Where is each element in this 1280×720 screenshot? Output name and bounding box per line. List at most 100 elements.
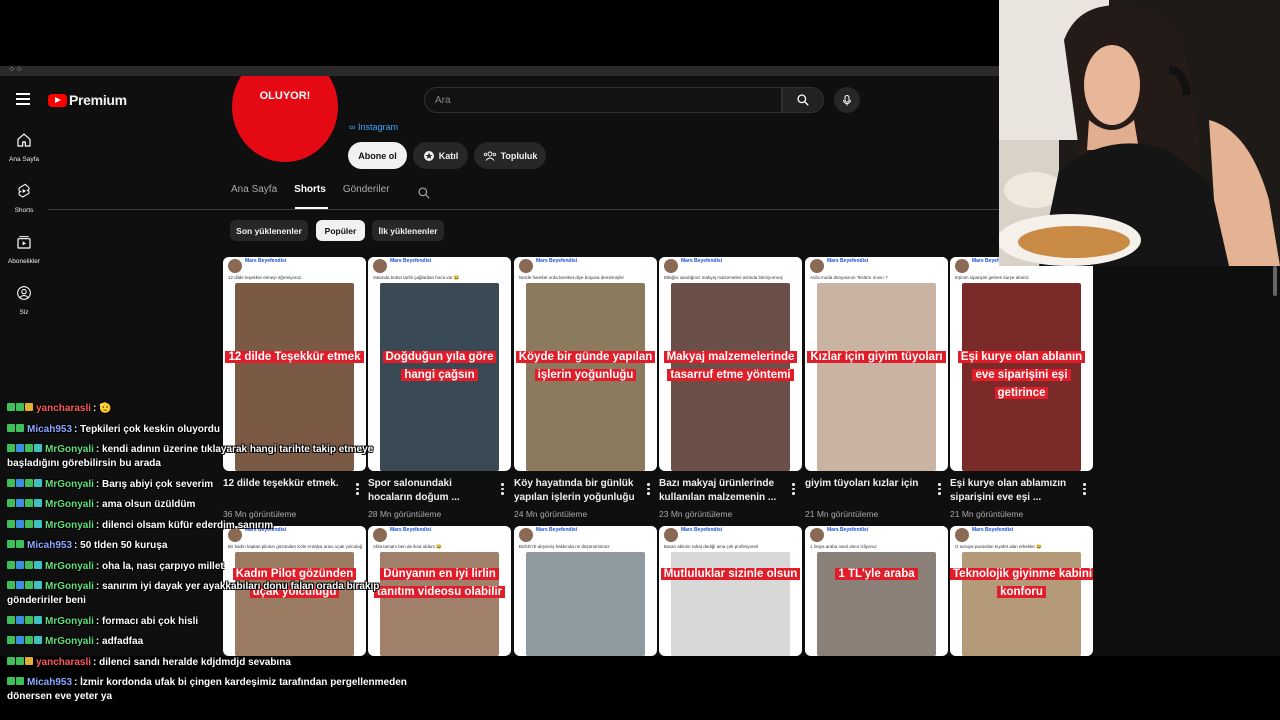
chat-username[interactable]: yancharasli <box>36 657 91 668</box>
chat-username[interactable]: MrGonyali <box>45 581 94 592</box>
more-options-icon[interactable] <box>792 483 796 497</box>
guide-item-shorts[interactable]: Shorts <box>4 183 44 214</box>
short-title[interactable]: Köy hayatında bir günlük yapılan işlerin … <box>514 477 638 505</box>
apps-grid-icon[interactable]: ⁘⁘ <box>8 66 23 75</box>
guide-item-home[interactable]: Ana Sayfa <box>4 132 44 163</box>
tweet-header: Mars Beyefendisi Bizbİm'E alışveriş hakkı… <box>514 526 657 552</box>
short-views: 23 Mn görüntüleme <box>659 509 733 519</box>
user-badges <box>7 656 34 667</box>
chat-username[interactable]: yancharasli <box>36 403 91 414</box>
short-thumbnail[interactable]: Mars Beyefendisi Acila moda dünyasının Te… <box>805 257 948 471</box>
chat-username[interactable]: Micah953 <box>27 677 72 688</box>
short-caption: 1 TL'yle araba <box>805 564 948 582</box>
community-icon <box>483 151 496 161</box>
chat-username[interactable]: MrGonyali <box>45 561 94 572</box>
microphone-icon <box>843 94 851 105</box>
short-caption: Köyde bir günde yapılan işlerin yoğunluğ… <box>514 347 657 383</box>
short-caption: Makyaj malzemelerinde tasarruf etme yönt… <box>659 347 802 383</box>
badge-icon <box>25 478 33 487</box>
chip-latest[interactable]: Son yüklenenler <box>230 220 308 241</box>
short-caption: Eşi kurye olan ablanın eve siparişini eş… <box>950 347 1093 401</box>
join-button[interactable]: Katıl <box>413 142 468 169</box>
short-title[interactable]: Eşi kurye olan ablamızın siparişini eve e… <box>950 477 1074 505</box>
badge-icon <box>16 581 24 590</box>
page-scrollbar[interactable] <box>1273 266 1277 296</box>
menu-icon[interactable] <box>16 93 30 105</box>
chat-username[interactable]: MrGonyali <box>45 444 94 455</box>
screen: ⁘⁘ Premium Ana Sayfa Sh <box>0 0 1280 720</box>
active-tab-indicator <box>295 207 328 209</box>
short-thumbnail[interactable]: Mars Beyefendisi Nerde hareket orda berek… <box>514 257 657 471</box>
caption-text: Doğduğun yıla göre hangi çağsın <box>382 351 497 381</box>
badge-icon <box>25 519 33 528</box>
community-button[interactable]: Topluluk <box>474 142 546 169</box>
chat-text: : 50 tlden 50 kuruşa <box>74 540 168 551</box>
short-thumbnail[interactable]: Mars Beyefendisi Bittiğini sandığınız mak… <box>659 257 802 471</box>
chat-text: : 🫡 <box>93 403 112 414</box>
chat-message: Micah953: 50 tlden 50 kuruşa <box>7 539 427 553</box>
short-title[interactable]: Bazı makyaj ürünlerinde kullanılan malzem… <box>659 477 783 505</box>
short-thumbnail[interactable]: Mars Beyefendisi Eşimin siparişini getire… <box>950 257 1093 471</box>
caption-text: Teknolojik giyinme kabini konforu <box>950 568 1093 598</box>
short-views: 24 Mn görüntüleme <box>514 509 588 519</box>
chat-username[interactable]: MrGonyali <box>45 616 94 627</box>
subscribe-button[interactable]: Abone ol <box>348 142 407 169</box>
youtube-premium-logo[interactable]: Premium <box>48 92 127 108</box>
user-badges <box>7 581 43 591</box>
chat-message: MrGonyali: ama olsun üzüldüm <box>7 498 427 512</box>
chat-username[interactable]: MrGonyali <box>45 636 94 647</box>
tweet-account: Mars Beyefendisi <box>827 258 869 264</box>
user-badges <box>7 677 25 687</box>
badge-icon <box>25 560 33 569</box>
badge-icon <box>7 444 15 453</box>
badge-icon <box>34 581 42 590</box>
guide-label: Abonelikler <box>7 258 41 265</box>
short-thumbnail[interactable]: Mars Beyefendisi O avrupa pazardan kıyafe… <box>950 526 1093 656</box>
instagram-link[interactable]: ∞ Instagram <box>349 122 398 132</box>
user-badges <box>7 423 25 434</box>
short-caption: Kızlar için giyim tüyoları <box>805 347 948 365</box>
short-title-line: Bazı makyaj ürünlerinde <box>659 478 775 489</box>
tweet-header: Mars Beyefendisi Salonda bütün tarihi çağ… <box>368 257 511 283</box>
chat-username[interactable]: MrGonyali <box>45 499 94 510</box>
short-thumbnail[interactable]: Mars Beyefendisi 1 liraya araba nasıl alı… <box>805 526 948 656</box>
chat-username[interactable]: Micah953 <box>27 540 72 551</box>
tweet-text: Eşimin siparişini getiren kurye abimiz <box>955 275 1029 280</box>
chat-username[interactable]: MrGonyali <box>45 520 94 531</box>
browser-toolbar: ⁘⁘ <box>0 66 1000 76</box>
user-badges <box>7 540 25 550</box>
short-title[interactable]: giyim tüyoları kızlar için <box>805 477 929 491</box>
caption-text: 12 dilde Teşekkür etmek <box>225 351 364 363</box>
tab-posts[interactable]: Gönderiler <box>343 184 390 204</box>
chip-oldest[interactable]: İlk yüklenenler <box>372 220 444 241</box>
chip-popular[interactable]: Popüler <box>316 220 365 241</box>
chat-username[interactable]: MrGonyali <box>45 479 94 490</box>
more-options-icon[interactable] <box>1083 483 1087 497</box>
tweet-text: Salonda bütün tarihi çağlardan hoca var … <box>373 275 460 280</box>
user-badges <box>7 615 43 626</box>
tab-shorts[interactable]: Shorts <box>294 184 326 204</box>
more-options-icon[interactable] <box>647 483 651 497</box>
channel-search-button[interactable] <box>417 186 431 205</box>
badge-icon <box>7 499 15 508</box>
tweet-text: Baran abimin rahat dediği ama çok profes… <box>664 544 759 549</box>
more-options-icon[interactable] <box>938 483 942 497</box>
search-input[interactable] <box>425 88 781 112</box>
brand-text: Premium <box>69 92 127 108</box>
chat-username[interactable]: Micah953 <box>27 424 72 435</box>
user-badges <box>7 499 43 509</box>
voice-search-button[interactable] <box>834 87 860 113</box>
subscriptions-icon <box>17 236 31 249</box>
badge-icon <box>7 519 15 528</box>
short-thumbnail[interactable]: Mars Beyefendisi Baran abimin rahat dediğ… <box>659 526 802 656</box>
short-caption: Mutluluklar sizinle olsun <box>659 564 802 582</box>
more-options-icon[interactable] <box>501 483 505 497</box>
tweet-account: Mars Beyefendisi <box>972 527 1014 533</box>
channel-avatar[interactable]: OLUYOR! <box>232 76 338 162</box>
tweet-account: Mars Beyefendisi <box>681 527 723 533</box>
guide-item-you[interactable]: Siz <box>4 285 44 316</box>
guide-item-subscriptions[interactable]: Abonelikler <box>4 234 44 265</box>
tab-home[interactable]: Ana Sayfa <box>231 184 277 204</box>
short-thumbnail[interactable]: Mars Beyefendisi Bizbİm'E alışveriş hakkı… <box>514 526 657 656</box>
search-button[interactable] <box>782 87 824 113</box>
